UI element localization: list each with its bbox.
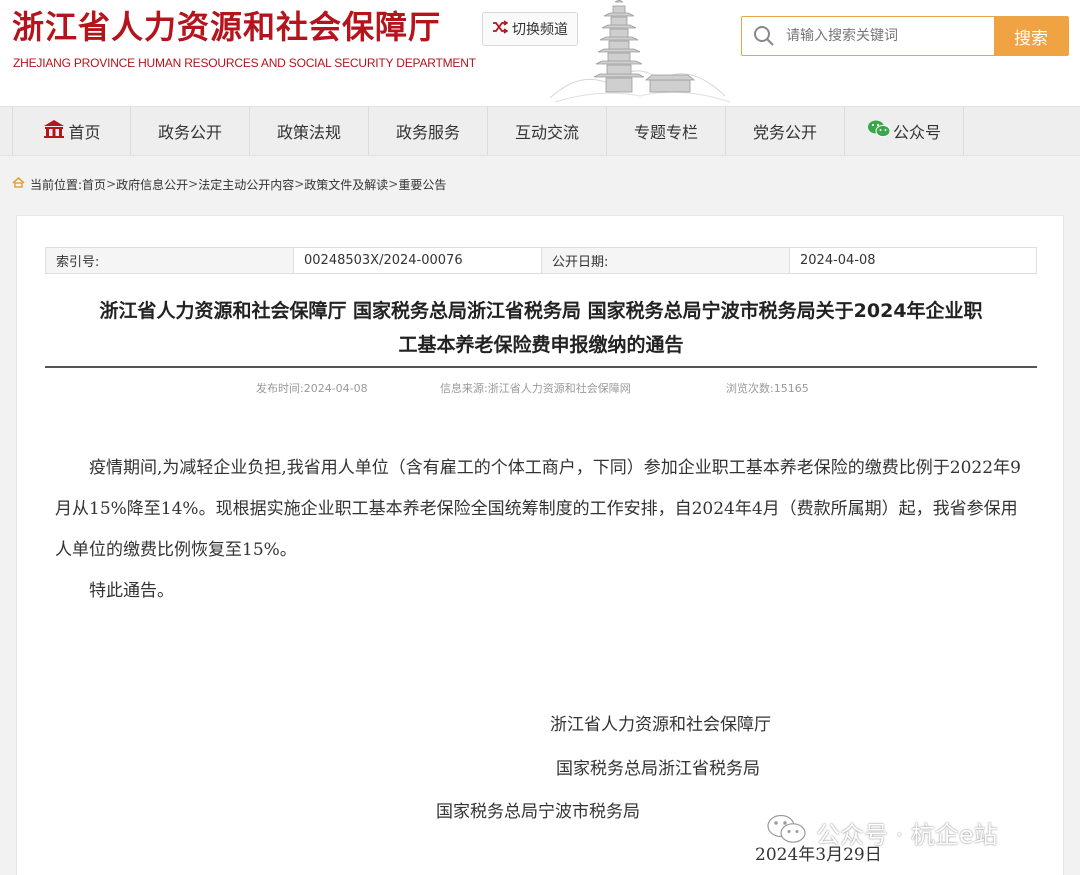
nav-item-home[interactable]: 首页 xyxy=(12,107,131,155)
breadcrumb-separator: > xyxy=(294,177,305,191)
index-label: 索引号: xyxy=(46,248,294,273)
view-count: 浏览次数:15165 xyxy=(726,382,809,395)
breadcrumb-link-statutory[interactable]: 法定主动公开内容 xyxy=(198,176,294,193)
watermark-text: 公众号 · 杭企e站 xyxy=(816,820,998,849)
breadcrumb-separator: > xyxy=(188,177,199,191)
site-logo-title[interactable]: 浙江省人力资源和社会保障厅 xyxy=(12,2,441,48)
shuffle-icon xyxy=(492,20,509,38)
pagoda-illustration xyxy=(549,0,731,103)
article-title-line: 工基本养老保险费申报缴纳的通告 xyxy=(398,334,684,356)
nav-item-services[interactable]: 政务服务 xyxy=(369,107,488,155)
info-source: 信息来源:浙江省人力资源和社会保障网 xyxy=(440,382,631,395)
breadcrumb: 当前位置: 首页 > 政府信息公开 > 法定主动公开内容 > 政策文件及解读 >… xyxy=(12,175,446,193)
search-button[interactable]: 搜索 xyxy=(994,17,1068,55)
publish-time: 发布时间:2024-04-08 xyxy=(256,382,368,395)
site-header: 浙江省人力资源和社会保障厅 ZHEJIANG PROVINCE HUMAN RE… xyxy=(0,0,1080,106)
article-paragraph: 特此通告。 xyxy=(89,581,174,601)
breadcrumb-link-announcements[interactable]: 重要公告 xyxy=(398,176,446,193)
nav-item-wechat[interactable]: 公众号 xyxy=(845,107,964,155)
signature-dept-hrss: 浙江省人力资源和社会保障厅 xyxy=(550,715,771,735)
index-value: 00248503X/2024-00076 xyxy=(294,248,542,273)
watermark: 公众号 · 杭企e站 xyxy=(766,813,998,851)
home-icon xyxy=(42,119,66,143)
search-input[interactable] xyxy=(786,17,994,55)
signature-tax-zhejiang: 国家税务总局浙江省税务局 xyxy=(556,759,760,779)
breadcrumb-link-policy-docs[interactable]: 政策文件及解读 xyxy=(304,176,388,193)
nav-item-gov-affairs[interactable]: 政务公开 xyxy=(131,107,250,155)
nav-item-interaction[interactable]: 互动交流 xyxy=(488,107,607,155)
nav-item-party-affairs[interactable]: 党务公开 xyxy=(726,107,845,155)
article-paragraph: 疫情期间,为减轻企业负担,我省用人单位（含有雇工的个体工商户，下同）参加企业职工… xyxy=(55,458,1021,560)
article-info: 发布时间:2024-04-08 信息来源:浙江省人力资源和社会保障网 浏览次数:… xyxy=(17,380,1065,396)
publish-date-value: 2024-04-08 xyxy=(800,253,876,268)
article-card: 索引号: 00248503X/2024-00076 公开日期: 2024-04-… xyxy=(16,215,1064,875)
home-icon xyxy=(12,176,25,191)
main-nav: 首页 政务公开 政策法规 政务服务 互动交流 专题专栏 党务公开 公众号 xyxy=(0,106,1080,156)
breadcrumb-link-home[interactable]: 首页 xyxy=(82,176,106,193)
nav-item-label: 首页 xyxy=(68,123,101,142)
nav-item-label: 公众号 xyxy=(892,123,941,142)
search-icon[interactable] xyxy=(742,17,786,55)
wechat-icon xyxy=(766,813,808,851)
search-box: 搜索 xyxy=(741,16,1069,56)
meta-table: 索引号: 00248503X/2024-00076 公开日期: 2024-04-… xyxy=(45,247,1037,274)
publish-date-label: 公开日期: xyxy=(542,248,790,273)
signature-tax-ningbo: 国家税务总局宁波市税务局 xyxy=(436,802,640,822)
breadcrumb-link-gov-info[interactable]: 政府信息公开 xyxy=(116,176,188,193)
breadcrumb-prefix: 当前位置: xyxy=(30,177,83,192)
article-title-line: 浙江省人力资源和社会保障厅 国家税务总局浙江省税务局 国家税务总局宁波市税务局关… xyxy=(99,300,983,322)
article-title: 浙江省人力资源和社会保障厅 国家税务总局浙江省税务局 国家税务总局宁波市税务局关… xyxy=(45,294,1037,362)
breadcrumb-separator: > xyxy=(388,177,399,191)
nav-item-policies[interactable]: 政策法规 xyxy=(250,107,369,155)
article-body: 疫情期间,为减轻企业负担,我省用人单位（含有雇工的个体工商户，下同）参加企业职工… xyxy=(55,448,1027,612)
site-logo-subtitle: ZHEJIANG PROVINCE HUMAN RESOURCES AND SO… xyxy=(13,56,476,70)
wechat-icon xyxy=(867,119,891,143)
title-divider xyxy=(45,366,1037,368)
breadcrumb-separator: > xyxy=(106,177,117,191)
nav-item-topics[interactable]: 专题专栏 xyxy=(607,107,726,155)
